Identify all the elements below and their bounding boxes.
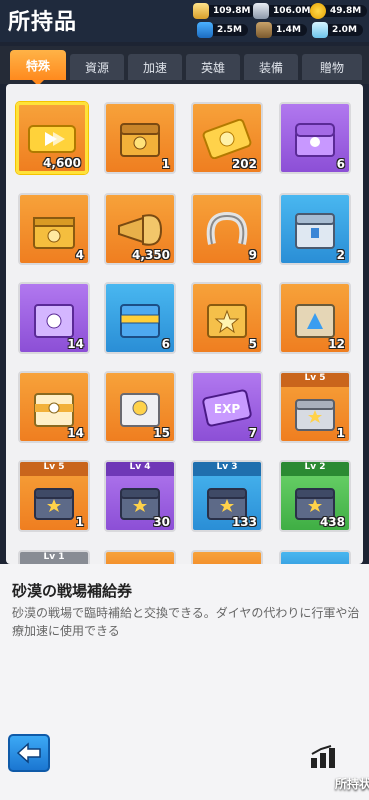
item-slot[interactable]: 4,350 xyxy=(104,193,176,265)
item-count: 14 xyxy=(67,426,84,440)
item-count: 12 xyxy=(328,337,345,351)
shell-icon xyxy=(256,22,272,38)
svg-text:EXP: EXP xyxy=(214,402,240,416)
ticket-icon xyxy=(28,125,76,154)
back-button[interactable] xyxy=(8,734,50,772)
item-slot-partial[interactable] xyxy=(191,550,263,564)
category-tabs: 特殊 資源 加速 英雄 装備 贈物 xyxy=(0,46,369,86)
level-badge: Lv 5 xyxy=(20,462,88,476)
inventory-grid: 4,600 1 202 6 4 4,350 9 2 14 6 5 12 14 1… xyxy=(6,84,363,564)
item-count: 133 xyxy=(231,515,257,529)
tab-special[interactable]: 特殊 xyxy=(10,50,66,86)
item-slot[interactable]: 12 xyxy=(279,282,351,354)
item-slot[interactable]: 1 xyxy=(104,102,176,174)
item-slot[interactable]: 14 xyxy=(18,371,90,443)
item-slot[interactable]: 6 xyxy=(104,282,176,354)
item-count: 4 xyxy=(75,248,84,262)
item-count: 15 xyxy=(153,426,170,440)
lv-chest-icon xyxy=(295,398,335,431)
purple-chest-icon xyxy=(295,123,335,158)
item-slot[interactable]: Lv 2 438 xyxy=(279,460,351,532)
gold-box-icon xyxy=(34,393,74,428)
resource-coin[interactable]: 49.8M xyxy=(310,3,368,19)
level-badge: Lv 3 xyxy=(193,462,261,476)
item-slot[interactable]: Lv 5 1 xyxy=(279,371,351,443)
holdings-status-label: 所持状況 xyxy=(334,777,369,791)
item-slot[interactable]: 15 xyxy=(104,371,176,443)
resource-shell[interactable]: 1.4M xyxy=(256,22,307,38)
item-count: 4,600 xyxy=(43,156,81,170)
tab-gifts[interactable]: 贈物 xyxy=(302,54,362,80)
blue-chest-icon xyxy=(295,213,335,250)
bar-chart-icon xyxy=(311,745,335,768)
item-slot[interactable]: Lv 3 133 xyxy=(191,460,263,532)
item-count: 14 xyxy=(67,337,84,351)
item-count: 1 xyxy=(161,157,170,171)
item-count: 4,350 xyxy=(132,248,170,262)
horn-icon xyxy=(118,214,163,247)
item-slot-partial[interactable]: Lv 1 xyxy=(18,550,90,564)
silver-box-icon xyxy=(120,393,160,428)
item-slot[interactable]: Lv 4 30 xyxy=(104,460,176,532)
item-count: 9 xyxy=(248,248,257,262)
item-count: 438 xyxy=(319,515,345,529)
item-count: 1 xyxy=(75,515,84,529)
oil-barrel-icon xyxy=(197,22,213,38)
item-slot[interactable]: 5 xyxy=(191,282,263,354)
tab-heroes[interactable]: 英雄 xyxy=(186,54,240,80)
item-count: 6 xyxy=(161,337,170,351)
item-count: 6 xyxy=(336,157,345,171)
tab-equipment[interactable]: 装備 xyxy=(244,54,298,80)
item-count: 202 xyxy=(231,157,257,171)
star-crate-icon xyxy=(207,304,247,339)
item-slot[interactable]: 2 xyxy=(279,193,351,265)
blue-box-icon xyxy=(120,304,160,339)
item-description: 砂漠の戦場で臨時補給と交換できる。ダイヤの代わりに行軍や治療加速に使用できる xyxy=(12,606,360,638)
key-chest-icon xyxy=(120,123,160,158)
resource-gold[interactable]: 109.8M xyxy=(193,3,257,19)
tab-resources[interactable]: 資源 xyxy=(70,54,124,80)
steel-icon xyxy=(253,3,269,19)
item-description-panel: 砂漠の戦場補給券 砂漠の戦場で臨時補給と交換できる。ダイヤの代わりに行軍や治療加… xyxy=(0,564,369,660)
horseshoe-icon xyxy=(206,212,248,246)
level-badge: Lv 4 xyxy=(106,462,174,476)
gold-crate-icon xyxy=(33,217,75,250)
header-bar: 所持品 109.8M 106.0M 49.8M 2.5M 1.4M 2.0M xyxy=(0,0,369,42)
gold-bar-icon xyxy=(193,3,209,19)
coin-icon xyxy=(310,3,326,19)
purple-box-icon xyxy=(34,304,74,339)
item-slot[interactable]: 6 xyxy=(279,102,351,174)
item-slot[interactable]: 4 xyxy=(18,193,90,265)
footer-area: 所持状況 xyxy=(0,660,369,800)
resource-steel[interactable]: 106.0M xyxy=(253,3,317,19)
triangle-crate-icon xyxy=(295,304,335,339)
item-slot[interactable]: 4,600 xyxy=(16,102,88,174)
level-badge: Lv 2 xyxy=(281,462,349,476)
resource-gem[interactable]: 2.0M xyxy=(312,22,363,38)
item-name: 砂漠の戦場補給券 xyxy=(12,582,133,600)
item-slot-partial[interactable] xyxy=(104,550,176,564)
holdings-status-button[interactable]: 所持状況 xyxy=(289,744,369,792)
item-count: 1 xyxy=(336,426,345,440)
level-badge: Lv 5 xyxy=(281,373,349,387)
item-slot[interactable]: 202 xyxy=(191,102,263,174)
gold-ticket-icon xyxy=(202,119,252,160)
item-slot[interactable]: 14 xyxy=(18,282,90,354)
arrow-left-icon xyxy=(16,742,41,764)
resource-oil[interactable]: 2.5M xyxy=(197,22,248,38)
gem-icon xyxy=(312,22,328,38)
item-count: 7 xyxy=(248,426,257,440)
item-count: 30 xyxy=(153,515,170,529)
item-slot[interactable]: EXP 7 xyxy=(191,371,263,443)
item-slot-partial[interactable] xyxy=(279,550,351,564)
item-count: 5 xyxy=(248,337,257,351)
level-badge: Lv 1 xyxy=(20,552,88,564)
item-slot[interactable]: Lv 5 1 xyxy=(18,460,90,532)
tab-speedup[interactable]: 加速 xyxy=(128,54,182,80)
exp-card-icon: EXP xyxy=(202,389,252,427)
page-title: 所持品 xyxy=(8,10,78,35)
item-count: 2 xyxy=(336,248,345,262)
item-slot[interactable]: 9 xyxy=(191,193,263,265)
lv-chest-icon xyxy=(34,487,74,520)
